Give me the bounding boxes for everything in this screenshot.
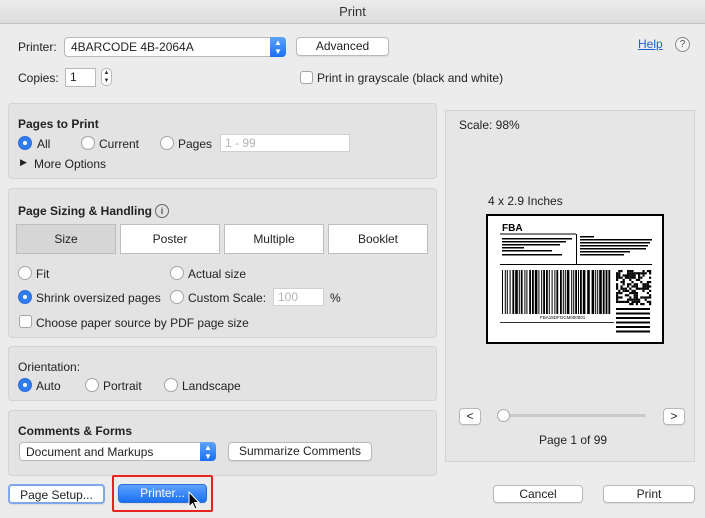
- orientation-title: Orientation:: [18, 360, 81, 374]
- copies-input[interactable]: 1: [65, 68, 96, 87]
- page-slider-thumb[interactable]: [497, 409, 510, 422]
- radio-custom-scale-label: Custom Scale:: [188, 291, 267, 305]
- prev-page-button[interactable]: <: [459, 408, 481, 425]
- qr-code-graphic: [616, 270, 652, 333]
- help-link[interactable]: Help: [638, 37, 663, 51]
- grayscale-checkbox[interactable]: [300, 71, 313, 84]
- grayscale-label: Print in grayscale (black and white): [317, 71, 504, 85]
- printer-select[interactable]: 4BARCODE 4B-2064A ▲ ▼: [64, 37, 286, 57]
- label-preview-graphic: FBA FBA15DFGCM000001: [500, 223, 652, 333]
- mouse-cursor-icon: [188, 491, 201, 510]
- radio-all[interactable]: [18, 136, 32, 150]
- window-title: Print: [0, 0, 705, 24]
- tab-multiple[interactable]: Multiple: [224, 224, 324, 254]
- printer-label: Printer:: [18, 40, 57, 54]
- tab-size[interactable]: Size: [16, 224, 116, 254]
- preview-scale: Scale: 98%: [459, 118, 520, 132]
- copies-stepper[interactable]: ▲ ▼: [101, 68, 112, 86]
- info-icon[interactable]: i: [155, 204, 169, 218]
- radio-auto[interactable]: [18, 378, 32, 392]
- comments-select[interactable]: Document and Markups ▲ ▼: [19, 442, 216, 461]
- more-options-toggle[interactable]: More Options: [34, 157, 106, 171]
- radio-pages-label: Pages: [178, 137, 213, 151]
- paper-source-label: Choose paper source by PDF page size: [36, 316, 249, 330]
- next-page-button[interactable]: >: [663, 408, 685, 425]
- radio-landscape-label: Landscape: [182, 379, 241, 393]
- paper-source-checkbox[interactable]: [19, 315, 32, 328]
- chevron-updown-icon: ▲ ▼: [200, 442, 216, 461]
- page-slider-track[interactable]: [500, 414, 646, 417]
- advanced-button[interactable]: Advanced: [296, 37, 389, 56]
- radio-actual-size[interactable]: [170, 266, 184, 280]
- tab-booklet[interactable]: Booklet: [328, 224, 428, 254]
- preview-page: FBA FBA15DFGCM000001: [486, 214, 664, 344]
- radio-fit-label: Fit: [36, 267, 50, 281]
- radio-shrink[interactable]: [18, 290, 32, 304]
- pages-to-print-title: Pages to Print: [18, 117, 99, 131]
- page-indicator: Page 1 of 99: [539, 433, 608, 447]
- comments-select-value: Document and Markups: [26, 445, 154, 459]
- radio-auto-label: Auto: [36, 379, 61, 393]
- radio-shrink-label: Shrink oversized pages: [36, 291, 161, 305]
- percent-label: %: [330, 291, 341, 305]
- radio-current-label: Current: [99, 137, 140, 151]
- radio-portrait-label: Portrait: [103, 379, 142, 393]
- radio-current[interactable]: [81, 136, 95, 150]
- barcode-text: FBA15DFGCM000001: [540, 315, 586, 320]
- chevron-updown-icon: ▲ ▼: [270, 37, 286, 57]
- pages-range-input[interactable]: 1 - 99: [220, 134, 350, 152]
- radio-fit[interactable]: [18, 266, 32, 280]
- print-button[interactable]: Print: [603, 485, 695, 503]
- printer-select-value: 4BARCODE 4B-2064A: [71, 40, 194, 54]
- label-heading: FBA: [502, 223, 523, 234]
- preview-size: 4 x 2.9 Inches: [488, 194, 563, 208]
- custom-scale-input[interactable]: 100: [273, 288, 324, 306]
- cancel-button[interactable]: Cancel: [493, 485, 583, 503]
- page-setup-button[interactable]: Page Setup...: [8, 484, 105, 504]
- comments-forms-title: Comments & Forms: [18, 424, 133, 438]
- radio-pages[interactable]: [160, 136, 174, 150]
- disclosure-triangle-icon[interactable]: ▶: [20, 157, 27, 168]
- tab-poster[interactable]: Poster: [120, 224, 220, 254]
- page-sizing-title: Page Sizing & Handling: [18, 204, 153, 218]
- summarize-comments-button[interactable]: Summarize Comments: [228, 442, 372, 461]
- copies-label: Copies:: [18, 71, 59, 85]
- radio-actual-size-label: Actual size: [188, 267, 247, 281]
- radio-portrait[interactable]: [85, 378, 99, 392]
- radio-landscape[interactable]: [164, 378, 178, 392]
- help-icon[interactable]: ?: [675, 37, 690, 52]
- radio-custom-scale[interactable]: [170, 290, 184, 304]
- radio-all-label: All: [37, 137, 51, 151]
